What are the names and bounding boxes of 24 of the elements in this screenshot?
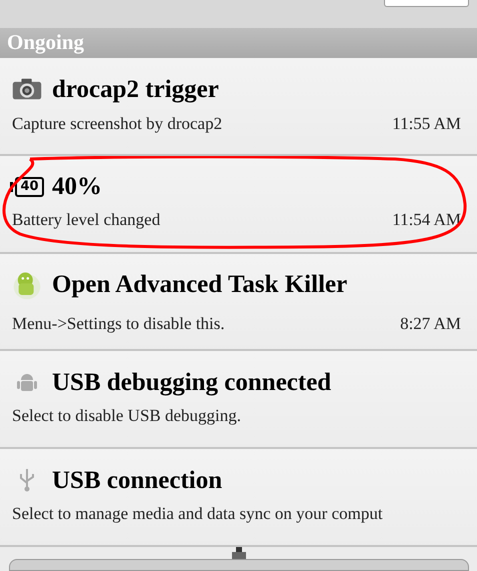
notification-title: drocap2 trigger [52, 76, 219, 102]
notification-time: 8:27 AM [400, 312, 461, 335]
notification-title: Open Advanced Task Killer [52, 272, 348, 298]
handle-bar[interactable] [8, 559, 468, 571]
usb-icon [18, 468, 36, 492]
notification-text: Battery level changed [12, 209, 160, 232]
notification-title: 40% [52, 174, 102, 200]
top-button[interactable] [384, 0, 469, 7]
notification-time: 11:55 AM [392, 113, 461, 136]
notification-text: Select to disable USB debugging. [12, 405, 242, 428]
notification-item[interactable]: USB connection Select to manage media and data sync on your comput [0, 449, 477, 547]
notification-text: Capture screenshot by drocap2 [12, 113, 222, 136]
notification-title: USB debugging connected [52, 370, 332, 396]
notification-item[interactable]: drocap2 trigger Capture screenshot by drocap2 11:55 AM [0, 58, 477, 156]
notification-text: Select to manage media and data sync on your comput [12, 502, 383, 525]
notification-title: USB connection [52, 468, 222, 493]
notification-item[interactable]: Open Advanced Task Killer Menu->Settings to disable this. 8:27 AM [0, 254, 477, 352]
notification-time: 11:54 AM [392, 209, 461, 232]
notification-item[interactable]: USB debugging connected Select to disable USB debugging. [0, 351, 477, 450]
grip-icon [230, 547, 246, 559]
section-title: Ongoing [7, 29, 84, 56]
notification-text: Menu->Settings to disable this. [12, 312, 225, 335]
robot-icon [16, 372, 38, 394]
notification-item[interactable]: 40 40% Battery level changed 11:54 AM [0, 156, 477, 254]
